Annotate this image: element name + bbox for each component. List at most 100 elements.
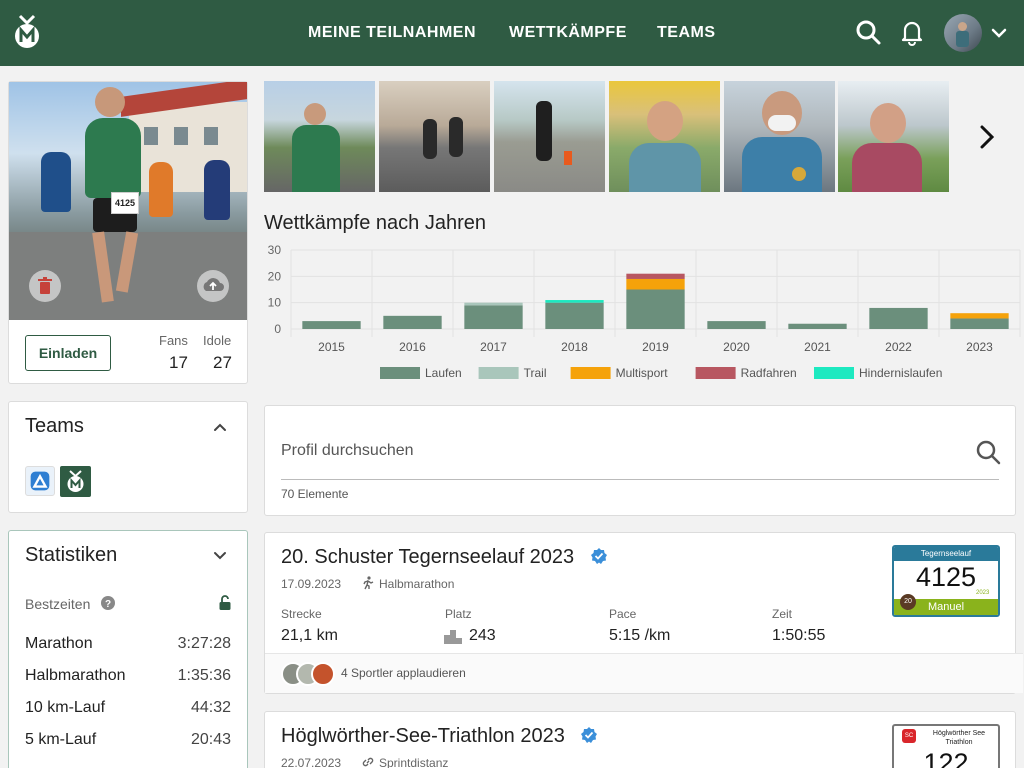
pace-value: 5:15 /km xyxy=(609,627,671,644)
fans-label: Fans xyxy=(159,333,188,348)
profile-search-input[interactable]: Profil durchsuchen xyxy=(281,442,414,460)
nav-my-participations[interactable]: MEINE TEILNAHMEN xyxy=(308,0,476,66)
fans-count[interactable]: 17 xyxy=(169,353,188,373)
statistics-title: Statistiken xyxy=(25,544,118,566)
photo-thumbnail[interactable] xyxy=(724,81,835,192)
photo-thumbnail[interactable] xyxy=(609,81,720,192)
bib-number: 122 xyxy=(923,748,969,768)
legend-label[interactable]: Trail xyxy=(524,366,547,380)
bar-laufen-2015[interactable] xyxy=(302,321,361,329)
race-bib[interactable]: SC Höglwörther See Triathlon 122 xyxy=(892,724,1000,768)
legend-label[interactable]: Hindernislaufen xyxy=(859,366,942,380)
photo-thumbnail[interactable] xyxy=(264,81,375,192)
best-time-value: 44:32 xyxy=(190,699,231,716)
bar-multisport-2023[interactable] xyxy=(950,313,1009,319)
search-icon[interactable] xyxy=(975,439,1001,465)
team-a-icon xyxy=(30,471,50,491)
nav-competitions[interactable]: WETTKÄMPFE xyxy=(509,0,627,66)
chevron-right-icon[interactable] xyxy=(975,123,999,151)
rank-value: 243 xyxy=(469,627,496,644)
search-underline xyxy=(281,479,999,480)
y-tick-label: 20 xyxy=(268,269,282,283)
teams-card: Teams xyxy=(8,401,248,513)
time-value: 1:50:55 xyxy=(772,627,826,644)
legend-label[interactable]: Multisport xyxy=(616,366,669,380)
bar-radfahren-2019[interactable] xyxy=(626,273,685,279)
hero-bib-number: 4125 xyxy=(111,192,139,214)
bib-event-name: Höglwörther See Triathlon xyxy=(932,730,986,746)
bar-laufen-2018[interactable] xyxy=(545,302,604,329)
invite-button[interactable]: Einladen xyxy=(25,335,111,371)
bar-trail-2017[interactable] xyxy=(464,302,523,306)
best-time-row[interactable]: 5 km-Lauf 20:43 xyxy=(25,731,231,749)
bell-icon[interactable] xyxy=(898,18,926,46)
best-time-row[interactable]: 10 km-Lauf 44:32 xyxy=(25,699,231,717)
legend-swatch-radfahren[interactable] xyxy=(695,367,736,379)
race-title[interactable]: 20. Schuster Tegernseelauf 2023 xyxy=(281,546,574,569)
statistics-card: Statistiken Bestzeiten ? Marathon 3:27:2… xyxy=(8,530,248,768)
best-time-row[interactable]: Halbmarathon 1:35:36 xyxy=(25,667,231,685)
logo-medal-icon[interactable] xyxy=(12,14,42,50)
y-tick-label: 0 xyxy=(274,322,281,336)
legend-swatch-multisport[interactable] xyxy=(570,367,611,379)
chart-title: Wettkämpfe nach Jahren xyxy=(264,212,486,234)
bar-laufen-2023[interactable] xyxy=(950,318,1009,329)
lock-open-icon[interactable] xyxy=(218,595,232,611)
competitions-chart: 0 10 20 30 2015 2016 2017 2018 2019 2020 2021 2022 2… xyxy=(268,243,1021,380)
chevron-up-icon[interactable] xyxy=(213,420,227,434)
team-logo-2[interactable] xyxy=(60,466,91,497)
bar-hindernislaufen-2018[interactable] xyxy=(545,300,604,303)
profile-search-card: Profil durchsuchen 70 Elemente xyxy=(264,405,1016,516)
legend-swatch-hindernislaufen[interactable] xyxy=(814,367,854,379)
search-icon[interactable] xyxy=(854,18,882,46)
bar-laufen-2022[interactable] xyxy=(869,307,928,329)
distance-label: Strecke xyxy=(281,607,322,621)
x-tick-label: 2019 xyxy=(642,340,669,354)
race-title[interactable]: Höglwörther-See-Triathlon 2023 xyxy=(281,725,565,748)
podium-icon xyxy=(444,630,462,644)
upload-photo-button[interactable] xyxy=(197,270,229,302)
chevron-down-icon[interactable] xyxy=(990,24,1008,42)
race-card[interactable]: Höglwörther-See-Triathlon 2023 22.07.202… xyxy=(264,711,1016,768)
bar-laufen-2017[interactable] xyxy=(464,305,523,329)
bar-laufen-2020[interactable] xyxy=(707,321,766,329)
legend-label[interactable]: Laufen xyxy=(425,366,462,380)
bar-multisport-2019[interactable] xyxy=(626,278,685,290)
x-tick-label: 2020 xyxy=(723,340,750,354)
bar-laufen-2021[interactable] xyxy=(788,323,847,329)
nav-teams[interactable]: TEAMS xyxy=(657,0,716,66)
bar-laufen-2016[interactable] xyxy=(383,315,442,329)
legend-swatch-laufen[interactable] xyxy=(380,367,420,379)
delete-photo-button[interactable] xyxy=(29,270,61,302)
y-tick-label: 30 xyxy=(268,243,282,257)
bib-event-name: Tegernseelauf xyxy=(894,547,998,561)
photo-thumbnail[interactable] xyxy=(494,81,605,192)
top-navigation-bar: MEINE TEILNAHMEN WETTKÄMPFE TEAMS xyxy=(0,0,1024,66)
distance-value: 21,1 km xyxy=(281,627,338,644)
trash-icon xyxy=(38,277,52,294)
applause-bar[interactable]: 4 Sportler applaudieren xyxy=(265,653,1023,693)
x-tick-label: 2021 xyxy=(804,340,831,354)
legend-label[interactable]: Radfahren xyxy=(741,366,797,380)
race-bib[interactable]: Tegernseelauf 4125 2023 Manuel 20 xyxy=(892,545,1000,617)
best-time-row[interactable]: Marathon 3:27:28 xyxy=(25,635,231,653)
x-tick-label: 2022 xyxy=(885,340,912,354)
runner-icon xyxy=(363,576,374,590)
legend-swatch-trail[interactable] xyxy=(478,367,519,379)
race-type: Halbmarathon xyxy=(379,577,455,591)
pace-label: Pace xyxy=(609,607,637,621)
help-icon[interactable]: ? xyxy=(100,595,116,611)
race-card[interactable]: 20. Schuster Tegernseelauf 2023 17.09.20… xyxy=(264,532,1023,694)
chevron-down-icon[interactable] xyxy=(213,549,227,563)
idols-count[interactable]: 27 xyxy=(213,353,232,373)
photo-thumbnail[interactable] xyxy=(838,81,949,192)
team-logo-1[interactable] xyxy=(25,466,55,496)
time-label: Zeit xyxy=(772,607,793,621)
y-tick-label: 10 xyxy=(268,296,282,310)
profile-card: 4125 Einladen Fans 17 Idole 27 xyxy=(8,81,248,384)
user-avatar[interactable] xyxy=(944,14,982,52)
photo-thumbnail[interactable] xyxy=(379,81,490,192)
bar-laufen-2019[interactable] xyxy=(626,289,685,330)
rank-label: Platz xyxy=(445,607,472,621)
applause-text[interactable]: 4 Sportler applaudieren xyxy=(341,666,466,680)
